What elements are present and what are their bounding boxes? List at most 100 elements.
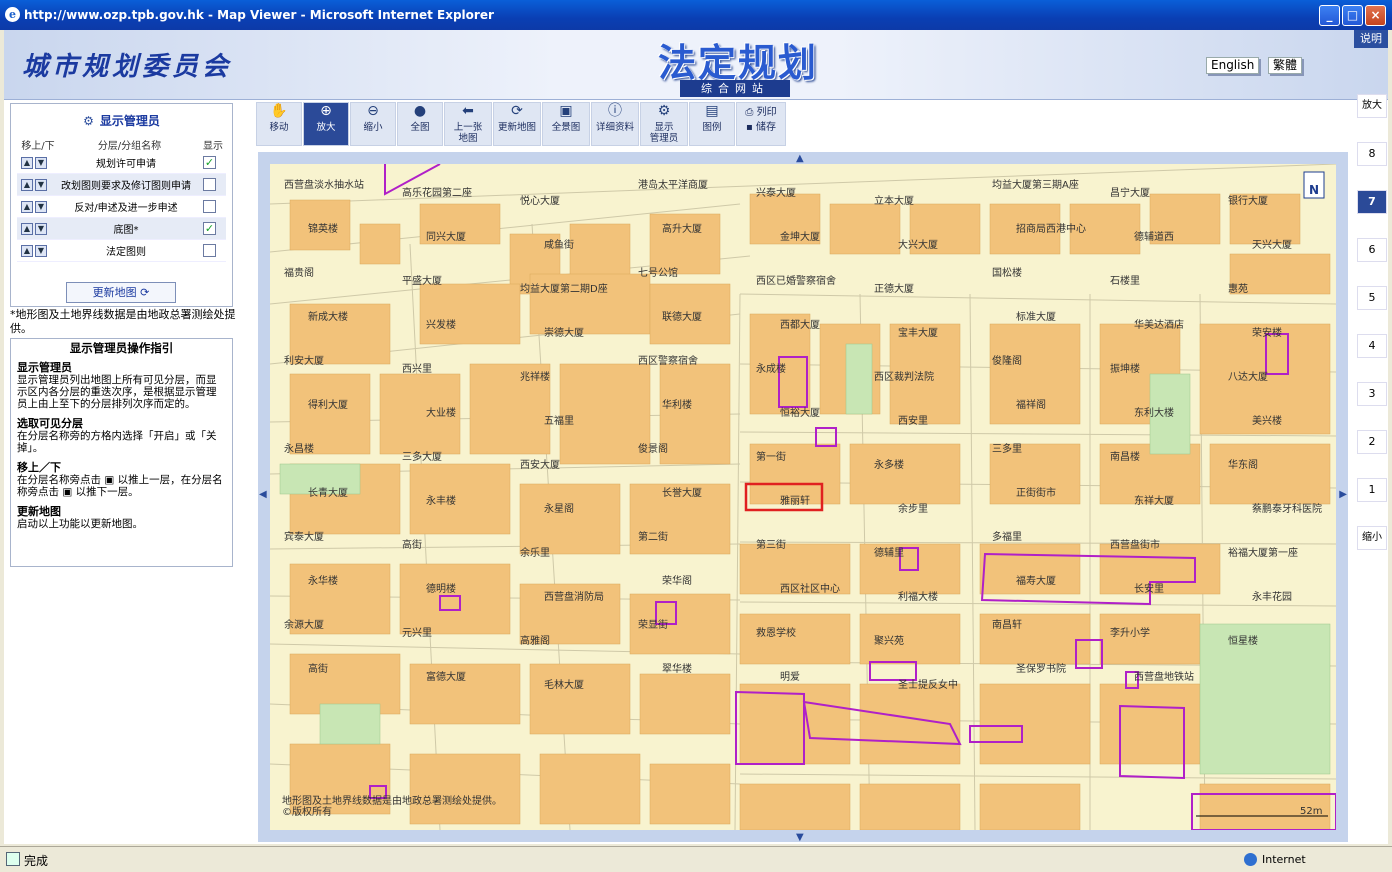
pan-south-icon[interactable]: ▼ <box>796 832 804 843</box>
pan-label: 移动 <box>269 122 289 133</box>
col-name: 分层/分组名称 <box>97 141 162 152</box>
map-label: 李升小学 <box>1110 626 1150 639</box>
map-canvas[interactable]: N 西营盘淡水抽水站 高乐花园第二座 悦心大厦 港岛太平洋商厦 兴泰大厦 立本大厦 均益大厦… <box>270 164 1336 830</box>
zoom-level-4[interactable]: 4 <box>1357 334 1387 358</box>
layer-name: 法定图则 <box>106 247 146 258</box>
map-label: 华东阁 <box>1228 458 1258 471</box>
display-manager-label-2: 管理员 <box>649 133 679 144</box>
layer-name: 规划许可申请 <box>96 159 156 170</box>
zoom-in-tool[interactable]: ⊕ 放大 <box>303 102 349 146</box>
move-up-icon[interactable]: ▲ <box>21 178 33 191</box>
map-label: 富德大厦 <box>426 670 466 683</box>
display-manager-tool[interactable]: ⚙ 显示 管理员 <box>640 102 688 146</box>
zoom-level-7[interactable]: 7 <box>1357 190 1387 214</box>
layer-visibility-checkbox[interactable]: ✓ <box>203 156 216 169</box>
english-button[interactable]: English <box>1206 57 1260 74</box>
org-name: 城市规划委员会 <box>22 52 233 82</box>
zoom-level-1[interactable]: 1 <box>1357 478 1387 502</box>
zoom-level-8[interactable]: 8 <box>1357 142 1387 166</box>
map-label: 宝丰大厦 <box>898 326 938 339</box>
refresh-map-button[interactable]: 更新地图 ⟳ <box>66 282 176 303</box>
print-button[interactable]: ⎙ 列印 <box>737 107 785 118</box>
map-label: 恒裕大厦 <box>780 406 820 419</box>
guide-text: 显示管理员列出地图上所有可见分层，而显示区内各分层的重迭次序，是根据显示管理员上… <box>17 374 217 410</box>
move-down-icon[interactable]: ▼ <box>35 222 47 235</box>
move-down-icon[interactable]: ▼ <box>35 200 47 213</box>
previous-map-label-1: 上一张 <box>453 122 483 133</box>
move-down-icon[interactable]: ▼ <box>35 244 47 257</box>
traditional-chinese-button[interactable]: 繁體 <box>1268 57 1303 74</box>
zoom-level-5[interactable]: 5 <box>1357 286 1387 310</box>
help-link[interactable]: 说明 <box>1354 30 1388 48</box>
legend-tool[interactable]: ▤ 图例 <box>689 102 735 146</box>
layer-name: 改划图则要求及修订图则申请 <box>61 181 191 192</box>
map-label: 三多里 <box>992 442 1022 455</box>
map-image: N 西营盘淡水抽水站高乐花园第二座悦心大厦港岛太平洋商厦兴泰大厦立本大厦均益大厦… <box>270 164 1336 830</box>
zoom-in-scale-button[interactable]: 放大 <box>1357 94 1387 118</box>
map-label: 余乐里 <box>520 546 550 559</box>
zoom-level-6[interactable]: 6 <box>1357 238 1387 262</box>
save-button[interactable]: ▪ 储存 <box>737 122 785 133</box>
layer-visibility-checkbox[interactable] <box>203 178 216 191</box>
page-status-icon <box>6 852 20 866</box>
status-bar: 完成 Internet <box>0 846 1392 872</box>
guide-text: 启动以上功能以更新地图。 <box>17 518 143 530</box>
layer-name: 底图* <box>113 225 139 236</box>
close-button[interactable]: × <box>1365 5 1386 26</box>
map-label: 长誉大厦 <box>662 486 702 499</box>
guide-heading: 更新地图 <box>17 505 61 518</box>
zoom-out-tool[interactable]: ⊖ 缩小 <box>350 102 396 146</box>
hand-icon: ✋ <box>270 103 288 119</box>
overview-tool[interactable]: ▣ 全景图 <box>542 102 590 146</box>
move-up-icon[interactable]: ▲ <box>21 200 33 213</box>
pan-east-icon[interactable]: ▶ <box>1339 489 1347 500</box>
map-label: 五福里 <box>544 414 574 427</box>
pan-north-icon[interactable]: ▲ <box>796 153 804 164</box>
layer-visibility-checkbox[interactable] <box>203 200 216 213</box>
map-label: 圣士提反女中 <box>898 678 958 691</box>
map-label: 福寿大厦 <box>1016 574 1056 587</box>
map-label: 救恩学校 <box>756 626 796 639</box>
map-label: 兴发楼 <box>426 318 456 331</box>
move-up-icon[interactable]: ▲ <box>21 244 33 257</box>
map-label: 均益大厦第三期A座 <box>992 178 1079 191</box>
guide-text: 在分层名称旁的方格内选择「开启」或「关掉」。 <box>17 430 217 454</box>
move-up-icon[interactable]: ▲ <box>21 156 33 169</box>
move-up-icon[interactable]: ▲ <box>21 222 33 235</box>
map-label: 港岛太平洋商厦 <box>638 178 708 191</box>
zoom-level-2[interactable]: 2 <box>1357 430 1387 454</box>
scale-bar-label: 52m <box>1300 806 1322 817</box>
full-extent-tool[interactable]: ● 全图 <box>397 102 443 146</box>
pan-tool[interactable]: ✋ 移动 <box>256 102 302 146</box>
zoom-out-label: 缩小 <box>363 122 383 133</box>
zoom-out-scale-button[interactable]: 缩小 <box>1357 526 1387 550</box>
map-label: 悦心大厦 <box>520 194 560 207</box>
layer-row: ▲ ▼ 法定图则 <box>17 240 226 262</box>
layer-column-headers: 移上/下 分层/分组名称 显示 <box>11 137 232 152</box>
minimize-button[interactable]: _ <box>1319 5 1340 26</box>
map-label: 立本大厦 <box>874 194 914 207</box>
layer-visibility-checkbox[interactable]: ✓ <box>203 222 216 235</box>
maximize-button[interactable]: □ <box>1342 5 1363 26</box>
guide-heading: 移上／下 <box>17 461 61 474</box>
print-save-group: ⎙ 列印 ▪ 储存 <box>736 102 786 146</box>
map-label: 金坤大厦 <box>780 230 820 243</box>
map-label: 昌宁大厦 <box>1110 186 1150 199</box>
layer-row: ▲ ▼ 反对/申述及进一步申述 <box>17 196 226 218</box>
map-label: 高雅阁 <box>520 634 550 647</box>
map-label: 荣华阁 <box>662 574 692 587</box>
status-text: 完成 <box>24 854 49 868</box>
layer-visibility-checkbox[interactable] <box>203 244 216 257</box>
map-label: 第二街 <box>638 530 668 543</box>
map-label: 余步里 <box>898 502 928 515</box>
pan-west-icon[interactable]: ◀ <box>259 489 267 500</box>
move-down-icon[interactable]: ▼ <box>35 178 47 191</box>
move-down-icon[interactable]: ▼ <box>35 156 47 169</box>
detail-info-tool[interactable]: ⓘ 详细资料 <box>591 102 639 146</box>
previous-map-tool[interactable]: ⬅ 上一张 地图 <box>444 102 492 146</box>
layer-name: 反对/申述及进一步申述 <box>74 203 178 214</box>
map-label: 西安里 <box>898 414 928 427</box>
refresh-map-tool[interactable]: ⟳ 更新地图 <box>493 102 541 146</box>
zoom-level-3[interactable]: 3 <box>1357 382 1387 406</box>
map-toolbar: ✋ 移动 ⊕ 放大 ⊖ 缩小 ● 全图 ⬅ 上一张 地图 ⟳ 更新地图 ▣ 全景图 ⓘ 详细资料 … <box>256 102 786 146</box>
